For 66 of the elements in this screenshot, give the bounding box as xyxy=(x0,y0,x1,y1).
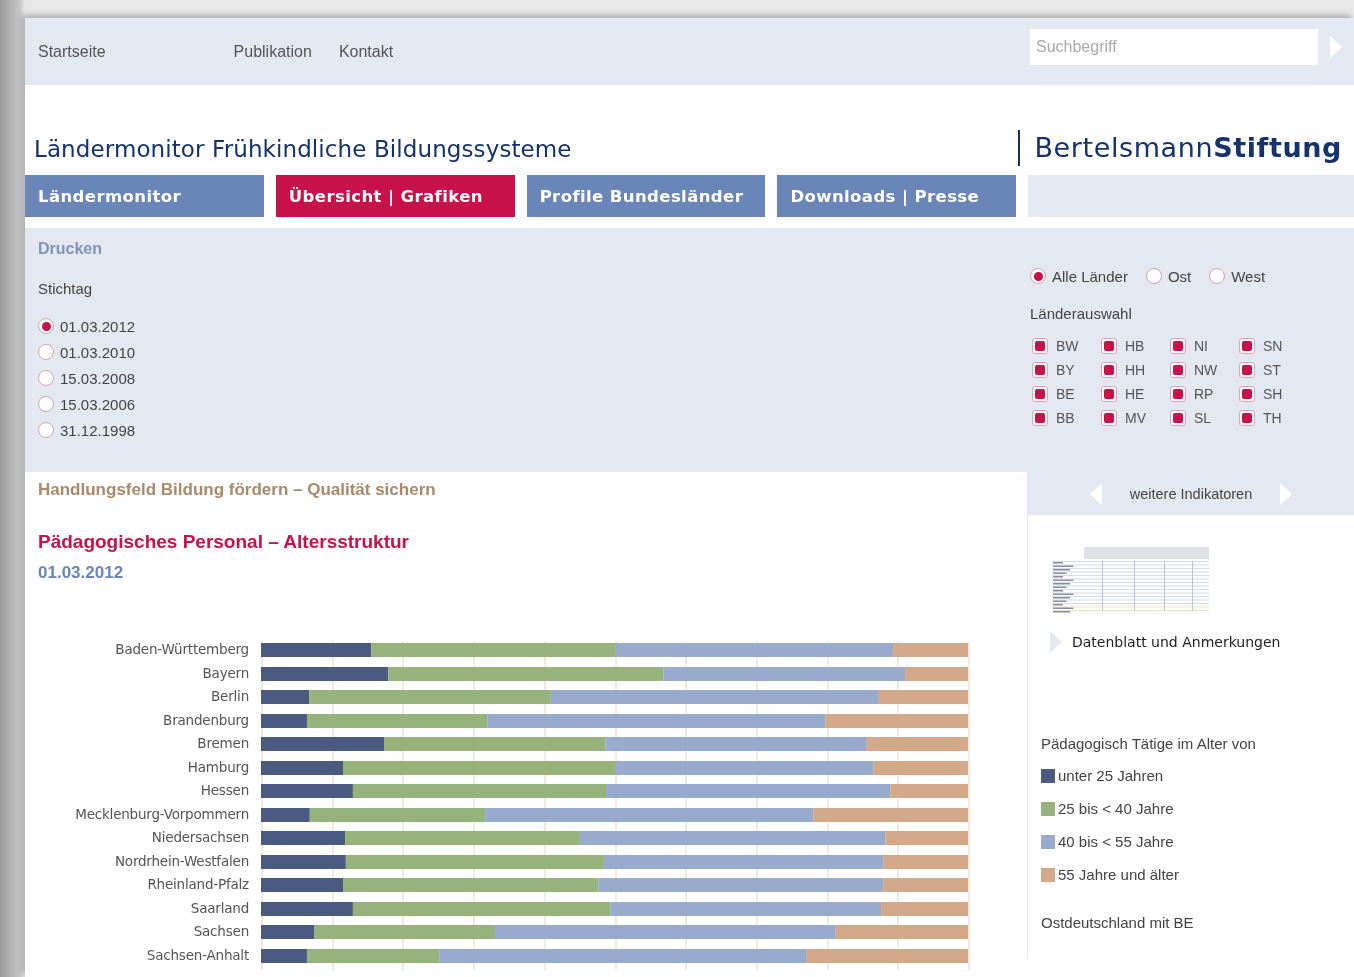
previous-arrow-icon[interactable] xyxy=(1089,482,1102,505)
state-checkbox[interactable]: NI xyxy=(1168,336,1237,355)
arrow-icon xyxy=(1050,631,1062,653)
legend-label: 40 bis < 55 Jahre xyxy=(1058,833,1174,850)
row-label: Sachsen xyxy=(192,923,249,941)
state-checkbox[interactable]: BE xyxy=(1030,384,1099,403)
radio-option[interactable]: Alle Länder xyxy=(1030,263,1128,289)
nav-tab[interactable]: Übersicht | Grafiken xyxy=(275,175,515,217)
state-checkbox[interactable]: NW xyxy=(1168,360,1237,379)
radio-option[interactable]: West xyxy=(1209,263,1266,289)
state-checkbox[interactable]: SH xyxy=(1237,384,1306,403)
row-label: Baden-Württemberg xyxy=(114,641,249,659)
row-label: Hessen xyxy=(199,782,249,800)
radio-option[interactable]: 01.03.2012 xyxy=(38,313,136,339)
state-checkbox[interactable]: HB xyxy=(1099,336,1168,355)
state-checkbox[interactable]: SL xyxy=(1168,408,1237,427)
chart-heading: Pädagogisches Personal – Altersstruktur xyxy=(38,531,410,553)
legend-title: Pädagogisch Tätige im Alter von xyxy=(1041,735,1257,752)
state-checkbox[interactable]: HH xyxy=(1099,360,1168,379)
site-title: Ländermonitor Frühkindliche Bildungssysteme xyxy=(34,136,572,162)
next-arrow-icon[interactable] xyxy=(1280,482,1293,505)
legend-label: 25 bis < 40 Jahre xyxy=(1058,800,1174,817)
state-checkbox[interactable]: ST xyxy=(1237,360,1306,379)
row-label: Hamburg xyxy=(186,758,249,777)
nav-tab[interactable]: Downloads | Presse xyxy=(777,175,1017,217)
state-checkbox[interactable]: MV xyxy=(1099,408,1168,427)
nav-tab[interactable]: Ländermonitor xyxy=(25,175,264,217)
row-label: Berlin xyxy=(210,688,249,706)
state-checkbox[interactable]: BW xyxy=(1030,336,1099,355)
row-label: Nordrhein-Westfalen xyxy=(113,852,249,871)
radio-option[interactable]: 15.03.2008 xyxy=(38,365,136,391)
logo: BertelsmannStiftung xyxy=(1018,130,1342,166)
legend-label: 55 Jahre und älter xyxy=(1058,866,1179,883)
search-submit-icon[interactable] xyxy=(1330,34,1342,59)
row-label: Bremen xyxy=(196,735,249,753)
note-text: Ostdeutschland mit BE xyxy=(1041,914,1195,931)
radio-option[interactable]: Ost xyxy=(1145,263,1192,289)
field-label: Stichtag xyxy=(38,280,94,297)
state-checkbox[interactable]: TH xyxy=(1237,408,1306,427)
nav-link[interactable]: Kontakt xyxy=(338,42,394,61)
datasheet-link[interactable]: Datenblatt und Anmerkungen xyxy=(1050,631,1281,653)
state-checkbox[interactable]: BB xyxy=(1030,408,1099,427)
legend-label: unter 25 Jahren xyxy=(1058,767,1164,784)
radio-option[interactable]: 31.12.1998 xyxy=(38,417,136,443)
datasheet-thumbnail-drawing[interactable] xyxy=(1052,547,1209,613)
indicator-label: weitere Indikatoren xyxy=(1129,485,1253,502)
section-title: Handlungsfeld Bildung fördern – Qualität sichern xyxy=(38,480,437,500)
search-field[interactable]: Suchbegriff xyxy=(1030,28,1318,65)
chart-date: 01.03.2012 xyxy=(38,563,125,583)
state-checkbox[interactable]: BY xyxy=(1030,360,1099,379)
radio-option[interactable]: 01.03.2010 xyxy=(38,339,136,365)
state-checkbox[interactable]: SN xyxy=(1237,336,1306,355)
row-label: Mecklenburg-Vorpommern xyxy=(74,805,249,824)
field-label: Länderauswahl xyxy=(1030,305,1133,322)
row-label: Bayern xyxy=(201,664,249,683)
row-label: Sachsen-Anhalt xyxy=(145,946,249,965)
radio-option[interactable]: 15.03.2006 xyxy=(38,391,136,417)
row-label: Saarland xyxy=(189,899,249,918)
row-label: Niedersachsen xyxy=(150,829,249,847)
nav-link[interactable]: Startseite xyxy=(38,42,106,61)
nav-link[interactable]: Publikation xyxy=(233,42,312,61)
row-label: Rheinland-Pfalz xyxy=(146,876,249,894)
nav-tab[interactable]: Profile Bundesländer xyxy=(526,175,766,217)
row-label: Brandenburg xyxy=(162,711,249,730)
state-checkbox[interactable]: RP xyxy=(1168,384,1237,403)
state-checkbox[interactable]: HE xyxy=(1099,384,1168,403)
